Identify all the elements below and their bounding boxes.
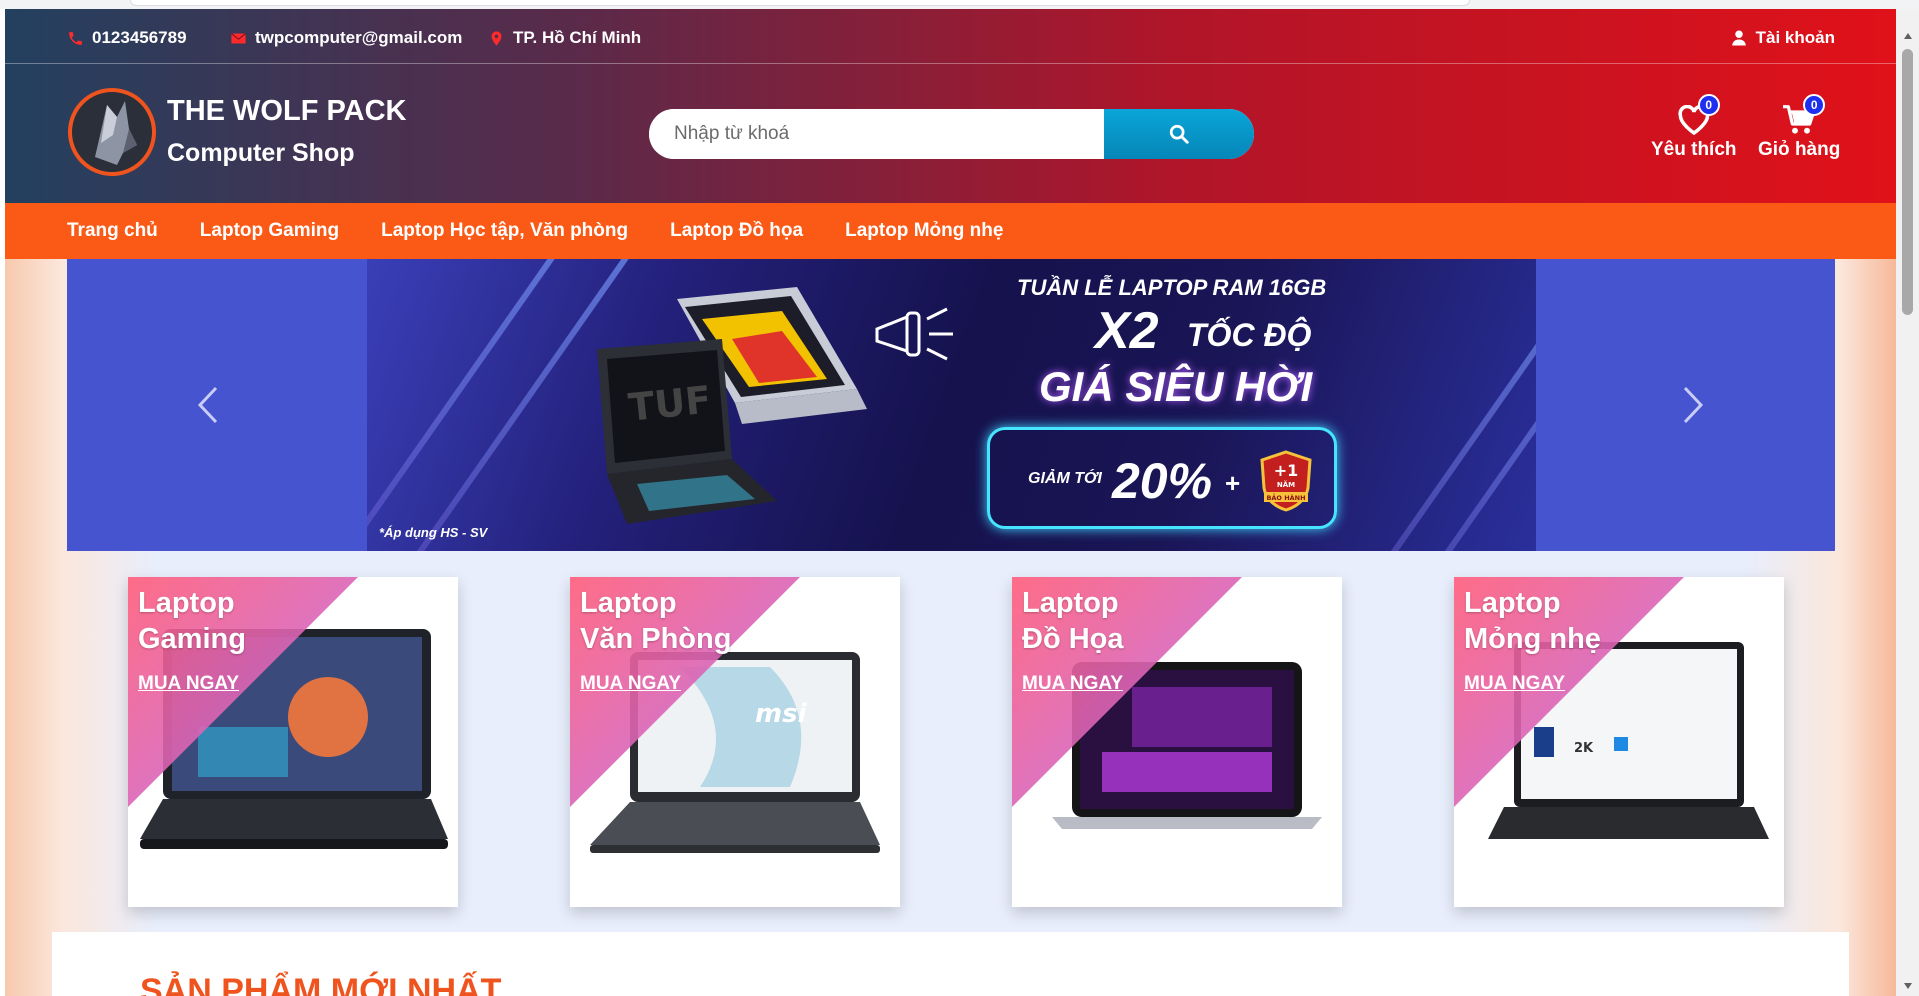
- search-bar: [649, 109, 1254, 159]
- card-title-line2: Gaming: [138, 623, 246, 655]
- email-text: twpcomputer@gmail.com: [255, 28, 463, 47]
- brand-tagline: Computer Shop: [167, 139, 355, 167]
- search-button[interactable]: [1104, 109, 1254, 159]
- location-text: TP. Hồ Chí Minh: [513, 28, 642, 47]
- carousel-next-button[interactable]: [1673, 377, 1713, 433]
- contact-phone[interactable]: 0123456789: [67, 28, 187, 48]
- nav-item-laptop-gaming[interactable]: Laptop Gaming: [200, 220, 339, 242]
- main-nav: Trang chủ Laptop Gaming Laptop Học tập, …: [5, 203, 1896, 259]
- page: 0123456789 twpcomputer@gmail.com TP. Hồ …: [5, 9, 1896, 996]
- banner-line2a: X2: [1095, 302, 1159, 360]
- browser-top-strip: [0, 0, 1919, 9]
- scroll-up-button[interactable]: [1896, 26, 1919, 46]
- card-title-line1: Laptop: [580, 587, 677, 619]
- mail-icon: [231, 32, 246, 43]
- browser-address-pill: [130, 0, 1470, 6]
- wishlist-button[interactable]: 0 Yêu thích: [1651, 94, 1737, 161]
- nav-item-laptop-office[interactable]: Laptop Học tập, Văn phòng: [381, 220, 628, 242]
- category-card-office[interactable]: msi Laptop Văn Phòng MUA NGAY: [570, 577, 900, 907]
- warranty-shield-icon: +1 NĂM BẢO HÀNH: [1260, 450, 1312, 512]
- card-title-line1: Laptop: [1464, 587, 1561, 619]
- chevron-left-icon: [197, 386, 218, 424]
- cart-label: Giỏ hàng: [1758, 139, 1841, 160]
- top-bar: 0123456789 twpcomputer@gmail.com TP. Hồ …: [5, 9, 1896, 64]
- card-title-line2: Văn Phòng: [580, 623, 732, 655]
- newest-products-section: SẢN PHẨM MỚI NHẤT: [52, 932, 1849, 996]
- user-icon: [1731, 30, 1746, 46]
- banner-line1: TUẦN LỄ LAPTOP RAM 16GB: [1017, 275, 1327, 300]
- megaphone-icon: [875, 307, 953, 361]
- deal-value: 20%: [1112, 453, 1213, 509]
- search-icon: [1169, 124, 1189, 144]
- scroll-down-button[interactable]: [1896, 976, 1919, 996]
- phone-text: 0123456789: [92, 28, 187, 47]
- promo-slide[interactable]: TUF TUẦN LỄ LAPTOP RAM 16GB X2 TỐC ĐỘ GI…: [367, 259, 1536, 551]
- nav-item-laptop-thin-light[interactable]: Laptop Mỏng nhẹ: [845, 220, 1003, 242]
- shop-now-link[interactable]: MUA NGAY: [1464, 673, 1565, 695]
- page-scrollbar[interactable]: [1896, 9, 1919, 996]
- cart-button[interactable]: 0 Giỏ hàng: [1758, 94, 1841, 161]
- shop-now-link[interactable]: MUA NGAY: [1022, 673, 1123, 695]
- deal-plus: +: [1225, 468, 1241, 498]
- banner-line2b: TỐC ĐỘ: [1187, 317, 1312, 353]
- nav-item-laptop-graphics[interactable]: Laptop Đồ họa: [670, 220, 803, 242]
- scrollbar-thumb[interactable]: [1902, 49, 1913, 315]
- deal-box: GIẢM TỚI 20% + +1 NĂM BẢO HÀNH: [987, 427, 1337, 529]
- map-pin-icon: [491, 30, 502, 46]
- laptops-image: TUF: [597, 287, 867, 524]
- card-title-line2: Đồ Họa: [1022, 623, 1124, 655]
- decor-stripe: [1374, 259, 1536, 551]
- cart-count-badge: 0: [1803, 94, 1826, 116]
- card-title-line1: Laptop: [1022, 587, 1119, 619]
- banner-note: *Áp dụng HS - SV: [379, 525, 488, 540]
- brand-name[interactable]: THE WOLF PACK: [167, 95, 407, 128]
- wishlist-count-badge: 0: [1697, 94, 1720, 116]
- phone-icon: [69, 31, 82, 45]
- account-link[interactable]: Tài khoản: [1730, 28, 1835, 48]
- category-card-graphics[interactable]: Laptop Đồ Họa MUA NGAY: [1012, 577, 1342, 907]
- hero-carousel: TUF TUẦN LỄ LAPTOP RAM 16GB X2 TỐC ĐỘ GI…: [67, 259, 1835, 551]
- svg-text:TUF: TUF: [626, 377, 713, 429]
- card-title-line2: Mỏng nhẹ: [1464, 623, 1601, 655]
- contact-location[interactable]: TP. Hồ Chí Minh: [488, 28, 641, 48]
- section-title: SẢN PHẨM MỚI NHẤT: [140, 972, 502, 996]
- triangle-down-icon: [1903, 983, 1912, 989]
- search-input[interactable]: [649, 109, 1104, 159]
- carousel-prev-button[interactable]: [188, 377, 228, 433]
- category-card-gaming[interactable]: Laptop Gaming MUA NGAY: [128, 577, 458, 907]
- site-header: 0123456789 twpcomputer@gmail.com TP. Hồ …: [5, 9, 1896, 203]
- card-title-line1: Laptop: [138, 587, 235, 619]
- svg-text:+1: +1: [1274, 461, 1299, 480]
- svg-text:NĂM: NĂM: [1277, 480, 1295, 489]
- triangle-up-icon: [1903, 33, 1912, 39]
- shop-now-link[interactable]: MUA NGAY: [580, 673, 681, 695]
- wolf-logo-icon[interactable]: [67, 87, 157, 177]
- contact-email[interactable]: twpcomputer@gmail.com: [230, 28, 462, 48]
- svg-text:BẢO HÀNH: BẢO HÀNH: [1266, 492, 1305, 502]
- category-section: Laptop Gaming MUA NGAY msi Laptop Văn Ph…: [52, 551, 1849, 941]
- category-card-thin-light[interactable]: 2K Laptop Mỏng nhẹ MUA NGAY: [1454, 577, 1784, 907]
- account-label: Tài khoản: [1755, 28, 1835, 47]
- banner-line3: GIÁ SIÊU HỜI: [1039, 363, 1313, 410]
- shop-now-link[interactable]: MUA NGAY: [138, 673, 239, 695]
- nav-item-home[interactable]: Trang chủ: [67, 220, 158, 242]
- chevron-right-icon: [1683, 386, 1704, 424]
- deal-label: GIẢM TỚI: [1028, 470, 1102, 487]
- wishlist-label: Yêu thích: [1651, 139, 1737, 160]
- decor-stripe: [1334, 259, 1536, 551]
